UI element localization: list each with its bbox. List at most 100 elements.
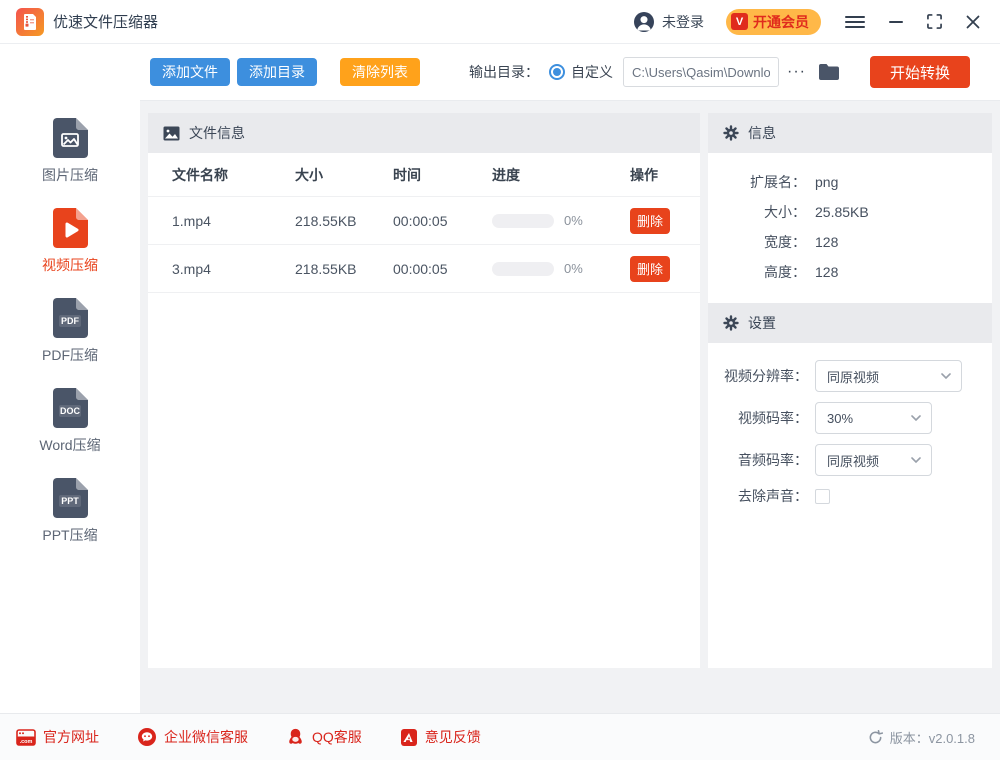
maximize-icon bbox=[927, 14, 942, 29]
delete-button[interactable]: 删除 bbox=[630, 208, 670, 234]
custom-radio[interactable] bbox=[549, 64, 565, 80]
progress-percent: 0% bbox=[564, 261, 583, 276]
settings-title: 设置 bbox=[748, 313, 776, 333]
user-icon bbox=[633, 11, 655, 33]
table-row: 3.mp4 218.55KB 00:00:05 0% 删除 bbox=[148, 245, 700, 293]
table-header: 文件名称 大小 时间 进度 操作 bbox=[148, 153, 700, 197]
audio-bitrate-row: 音频码率： 同原视频 bbox=[708, 444, 992, 476]
login-area[interactable]: 未登录 bbox=[633, 11, 704, 33]
app-window: 优速文件压缩器 未登录 V 开通会员 bbox=[0, 0, 1000, 760]
chevron-down-icon bbox=[941, 373, 951, 379]
gear-icon bbox=[723, 315, 739, 331]
info-fields: 扩展名： png 大小： 25.85KB 宽度： 128 高度： 128 bbox=[708, 153, 992, 303]
info-field: 高度： 128 bbox=[708, 257, 992, 287]
open-folder-button[interactable] bbox=[818, 63, 840, 81]
image-file-icon bbox=[52, 118, 88, 158]
remove-audio-checkbox[interactable] bbox=[815, 489, 830, 504]
right-panel: 信息 扩展名： png 大小： 25.85KB 宽度： 128 高度： 128 bbox=[708, 113, 992, 668]
feedback-link[interactable]: 意见反馈 bbox=[400, 727, 481, 747]
sidebar: 图片压缩 视频压缩 PDF PDF压缩 DOC bbox=[0, 44, 140, 713]
version-label: 版本：v2.0.1.8 bbox=[890, 728, 975, 747]
chevron-down-icon bbox=[911, 457, 921, 463]
folder-icon bbox=[818, 63, 840, 81]
info-title: 信息 bbox=[748, 123, 776, 143]
progress-bar bbox=[492, 214, 554, 228]
app-logo-icon bbox=[16, 8, 44, 36]
svg-text:.com: .com bbox=[20, 739, 33, 745]
file-time: 00:00:05 bbox=[393, 213, 492, 229]
close-button[interactable] bbox=[966, 15, 980, 29]
refresh-icon bbox=[868, 730, 883, 745]
hamburger-icon bbox=[845, 15, 865, 29]
video-bitrate-row: 视频码率： 30% bbox=[708, 402, 992, 434]
sidebar-item-word-compress[interactable]: DOC Word压缩 bbox=[0, 388, 140, 455]
app-title: 优速文件压缩器 bbox=[53, 11, 158, 32]
video-resolution-row: 视频分辨率： 同原视频 bbox=[708, 360, 992, 392]
svg-text:PPT: PPT bbox=[61, 496, 79, 506]
minimize-icon bbox=[889, 15, 903, 29]
sidebar-item-pdf-compress[interactable]: PDF PDF压缩 bbox=[0, 298, 140, 365]
gear-icon bbox=[723, 125, 739, 141]
video-file-icon bbox=[52, 208, 88, 248]
file-size: 218.55KB bbox=[295, 261, 393, 277]
qq-icon bbox=[286, 727, 305, 747]
info-header: 信息 bbox=[708, 113, 992, 153]
maximize-button[interactable] bbox=[927, 14, 942, 29]
title-bar: 优速文件压缩器 未登录 V 开通会员 bbox=[0, 0, 1000, 44]
settings-header: 设置 bbox=[708, 303, 992, 343]
minimize-button[interactable] bbox=[889, 15, 903, 29]
video-resolution-select[interactable]: 同原视频 bbox=[815, 360, 962, 392]
picture-icon bbox=[163, 126, 180, 141]
sidebar-item-video-compress[interactable]: 视频压缩 bbox=[0, 208, 140, 275]
close-icon bbox=[966, 15, 980, 29]
sidebar-item-ppt-compress[interactable]: PPT PPT压缩 bbox=[0, 478, 140, 545]
audio-bitrate-select[interactable]: 同原视频 bbox=[815, 444, 932, 476]
qq-support-link[interactable]: QQ客服 bbox=[286, 727, 362, 747]
doc-file-icon: DOC bbox=[52, 388, 88, 428]
official-website-link[interactable]: .com 官方网址 bbox=[16, 727, 99, 747]
login-status[interactable]: 未登录 bbox=[662, 12, 704, 32]
footer-bar: .com 官方网址 企业微信客服 QQ客服 意见反 bbox=[0, 713, 1000, 760]
svg-text:DOC: DOC bbox=[60, 406, 81, 416]
file-time: 00:00:05 bbox=[393, 261, 492, 277]
video-bitrate-select[interactable]: 30% bbox=[815, 402, 932, 434]
feedback-icon bbox=[400, 728, 418, 747]
toolbar: 添加文件 添加目录 清除列表 输出目录： 自定义 ··· 开始转换 bbox=[140, 44, 1000, 101]
file-name: 1.mp4 bbox=[172, 213, 295, 229]
output-path-input[interactable] bbox=[623, 57, 779, 87]
output-dir-label: 输出目录： bbox=[469, 62, 539, 82]
wechat-icon bbox=[137, 727, 157, 747]
info-field: 扩展名： png bbox=[708, 167, 992, 197]
browse-more-button[interactable]: ··· bbox=[787, 63, 806, 81]
file-info-panel: 文件信息 文件名称 大小 时间 进度 操作 1.mp4 218.55KB 00:… bbox=[148, 113, 700, 668]
progress-percent: 0% bbox=[564, 213, 583, 228]
file-size: 218.55KB bbox=[295, 213, 393, 229]
version-info: 版本：v2.0.1.8 bbox=[868, 728, 975, 747]
open-vip-button[interactable]: V 开通会员 bbox=[726, 9, 821, 35]
file-info-title: 文件信息 bbox=[189, 123, 245, 143]
clear-list-button[interactable]: 清除列表 bbox=[340, 58, 420, 86]
pdf-file-icon: PDF bbox=[52, 298, 88, 338]
settings-fields: 视频分辨率： 同原视频 视频码率： 30% bbox=[708, 343, 992, 506]
wechat-support-link[interactable]: 企业微信客服 bbox=[137, 727, 248, 747]
remove-audio-row: 去除声音： bbox=[708, 486, 992, 506]
info-field: 大小： 25.85KB bbox=[708, 197, 992, 227]
menu-button[interactable] bbox=[845, 15, 865, 29]
file-info-header: 文件信息 bbox=[148, 113, 700, 153]
progress-cell: 0% bbox=[492, 261, 630, 276]
custom-radio-label[interactable]: 自定义 bbox=[571, 62, 613, 82]
ppt-file-icon: PPT bbox=[52, 478, 88, 518]
svg-text:PDF: PDF bbox=[61, 316, 80, 326]
add-directory-button[interactable]: 添加目录 bbox=[237, 58, 317, 86]
progress-cell: 0% bbox=[492, 213, 630, 228]
info-field: 宽度： 128 bbox=[708, 227, 992, 257]
table-row: 1.mp4 218.55KB 00:00:05 0% 删除 bbox=[148, 197, 700, 245]
content-area: 文件信息 文件名称 大小 时间 进度 操作 1.mp4 218.55KB 00:… bbox=[140, 101, 1000, 713]
add-file-button[interactable]: 添加文件 bbox=[150, 58, 230, 86]
progress-bar bbox=[492, 262, 554, 276]
chevron-down-icon bbox=[911, 415, 921, 421]
delete-button[interactable]: 删除 bbox=[630, 256, 670, 282]
sidebar-item-image-compress[interactable]: 图片压缩 bbox=[0, 118, 140, 185]
start-convert-button[interactable]: 开始转换 bbox=[870, 56, 970, 88]
file-name: 3.mp4 bbox=[172, 261, 295, 277]
